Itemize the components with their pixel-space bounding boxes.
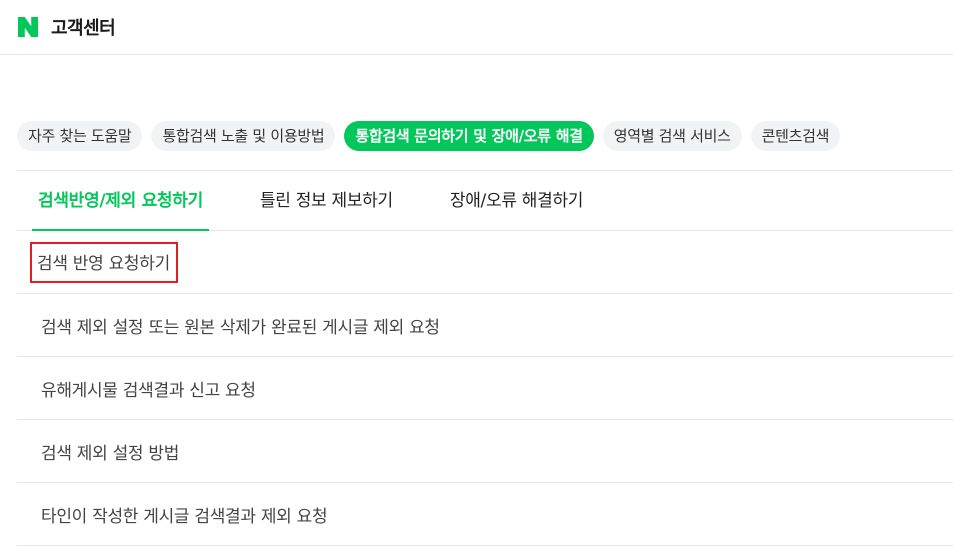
chip-search-usage[interactable]: 통합검색 노출 및 이용방법 [151, 121, 336, 151]
list-item-label: 유해게시물 검색결과 신고 요청 [41, 380, 256, 401]
naver-logo-icon[interactable] [17, 16, 39, 38]
header: 고객센터 [0, 0, 953, 55]
list-item-label: 검색 제외 설정 또는 원본 삭제가 완료된 게시글 제외 요청 [41, 317, 440, 338]
list-item-exclude-setting-method[interactable]: 검색 제외 설정 방법 [17, 420, 953, 483]
chip-content-search[interactable]: 콘텐츠검색 [750, 121, 841, 151]
chip-faq[interactable]: 자주 찾는 도움말 [17, 121, 143, 151]
tab-bar: 검색반영/제외 요청하기 틀린 정보 제보하기 장애/오류 해결하기 [17, 172, 953, 231]
page-title[interactable]: 고객센터 [51, 14, 116, 40]
list-item-label: 검색 제외 설정 방법 [41, 443, 180, 464]
tab-report-wrong-info[interactable]: 틀린 정보 제보하기 [257, 172, 396, 230]
list-item-report-harmful[interactable]: 유해게시물 검색결과 신고 요청 [17, 357, 953, 420]
list-item-label: 검색 반영 요청하기 [30, 241, 178, 283]
tab-reflect-exclude-request[interactable]: 검색반영/제외 요청하기 [32, 172, 209, 231]
list-item-exclude-others-post[interactable]: 타인이 작성한 게시글 검색결과 제외 요청 [17, 483, 953, 546]
chip-area-services[interactable]: 영역별 검색 서비스 [602, 121, 742, 151]
category-chips: 자주 찾는 도움말 통합검색 노출 및 이용방법 통합검색 문의하기 및 장애/… [17, 121, 841, 151]
list-item-label: 타인이 작성한 게시글 검색결과 제외 요청 [41, 506, 328, 527]
request-list: 검색 반영 요청하기 검색 제외 설정 또는 원본 삭제가 완료된 게시글 제외… [17, 231, 953, 546]
section-divider [17, 170, 953, 171]
chip-inquiry-troubleshooting[interactable]: 통합검색 문의하기 및 장애/오류 해결 [344, 121, 594, 151]
list-item-reflect-request[interactable]: 검색 반영 요청하기 [17, 231, 953, 294]
list-item-exclude-deleted-post[interactable]: 검색 제외 설정 또는 원본 삭제가 완료된 게시글 제외 요청 [17, 294, 953, 357]
tab-troubleshooting[interactable]: 장애/오류 해결하기 [447, 172, 586, 230]
